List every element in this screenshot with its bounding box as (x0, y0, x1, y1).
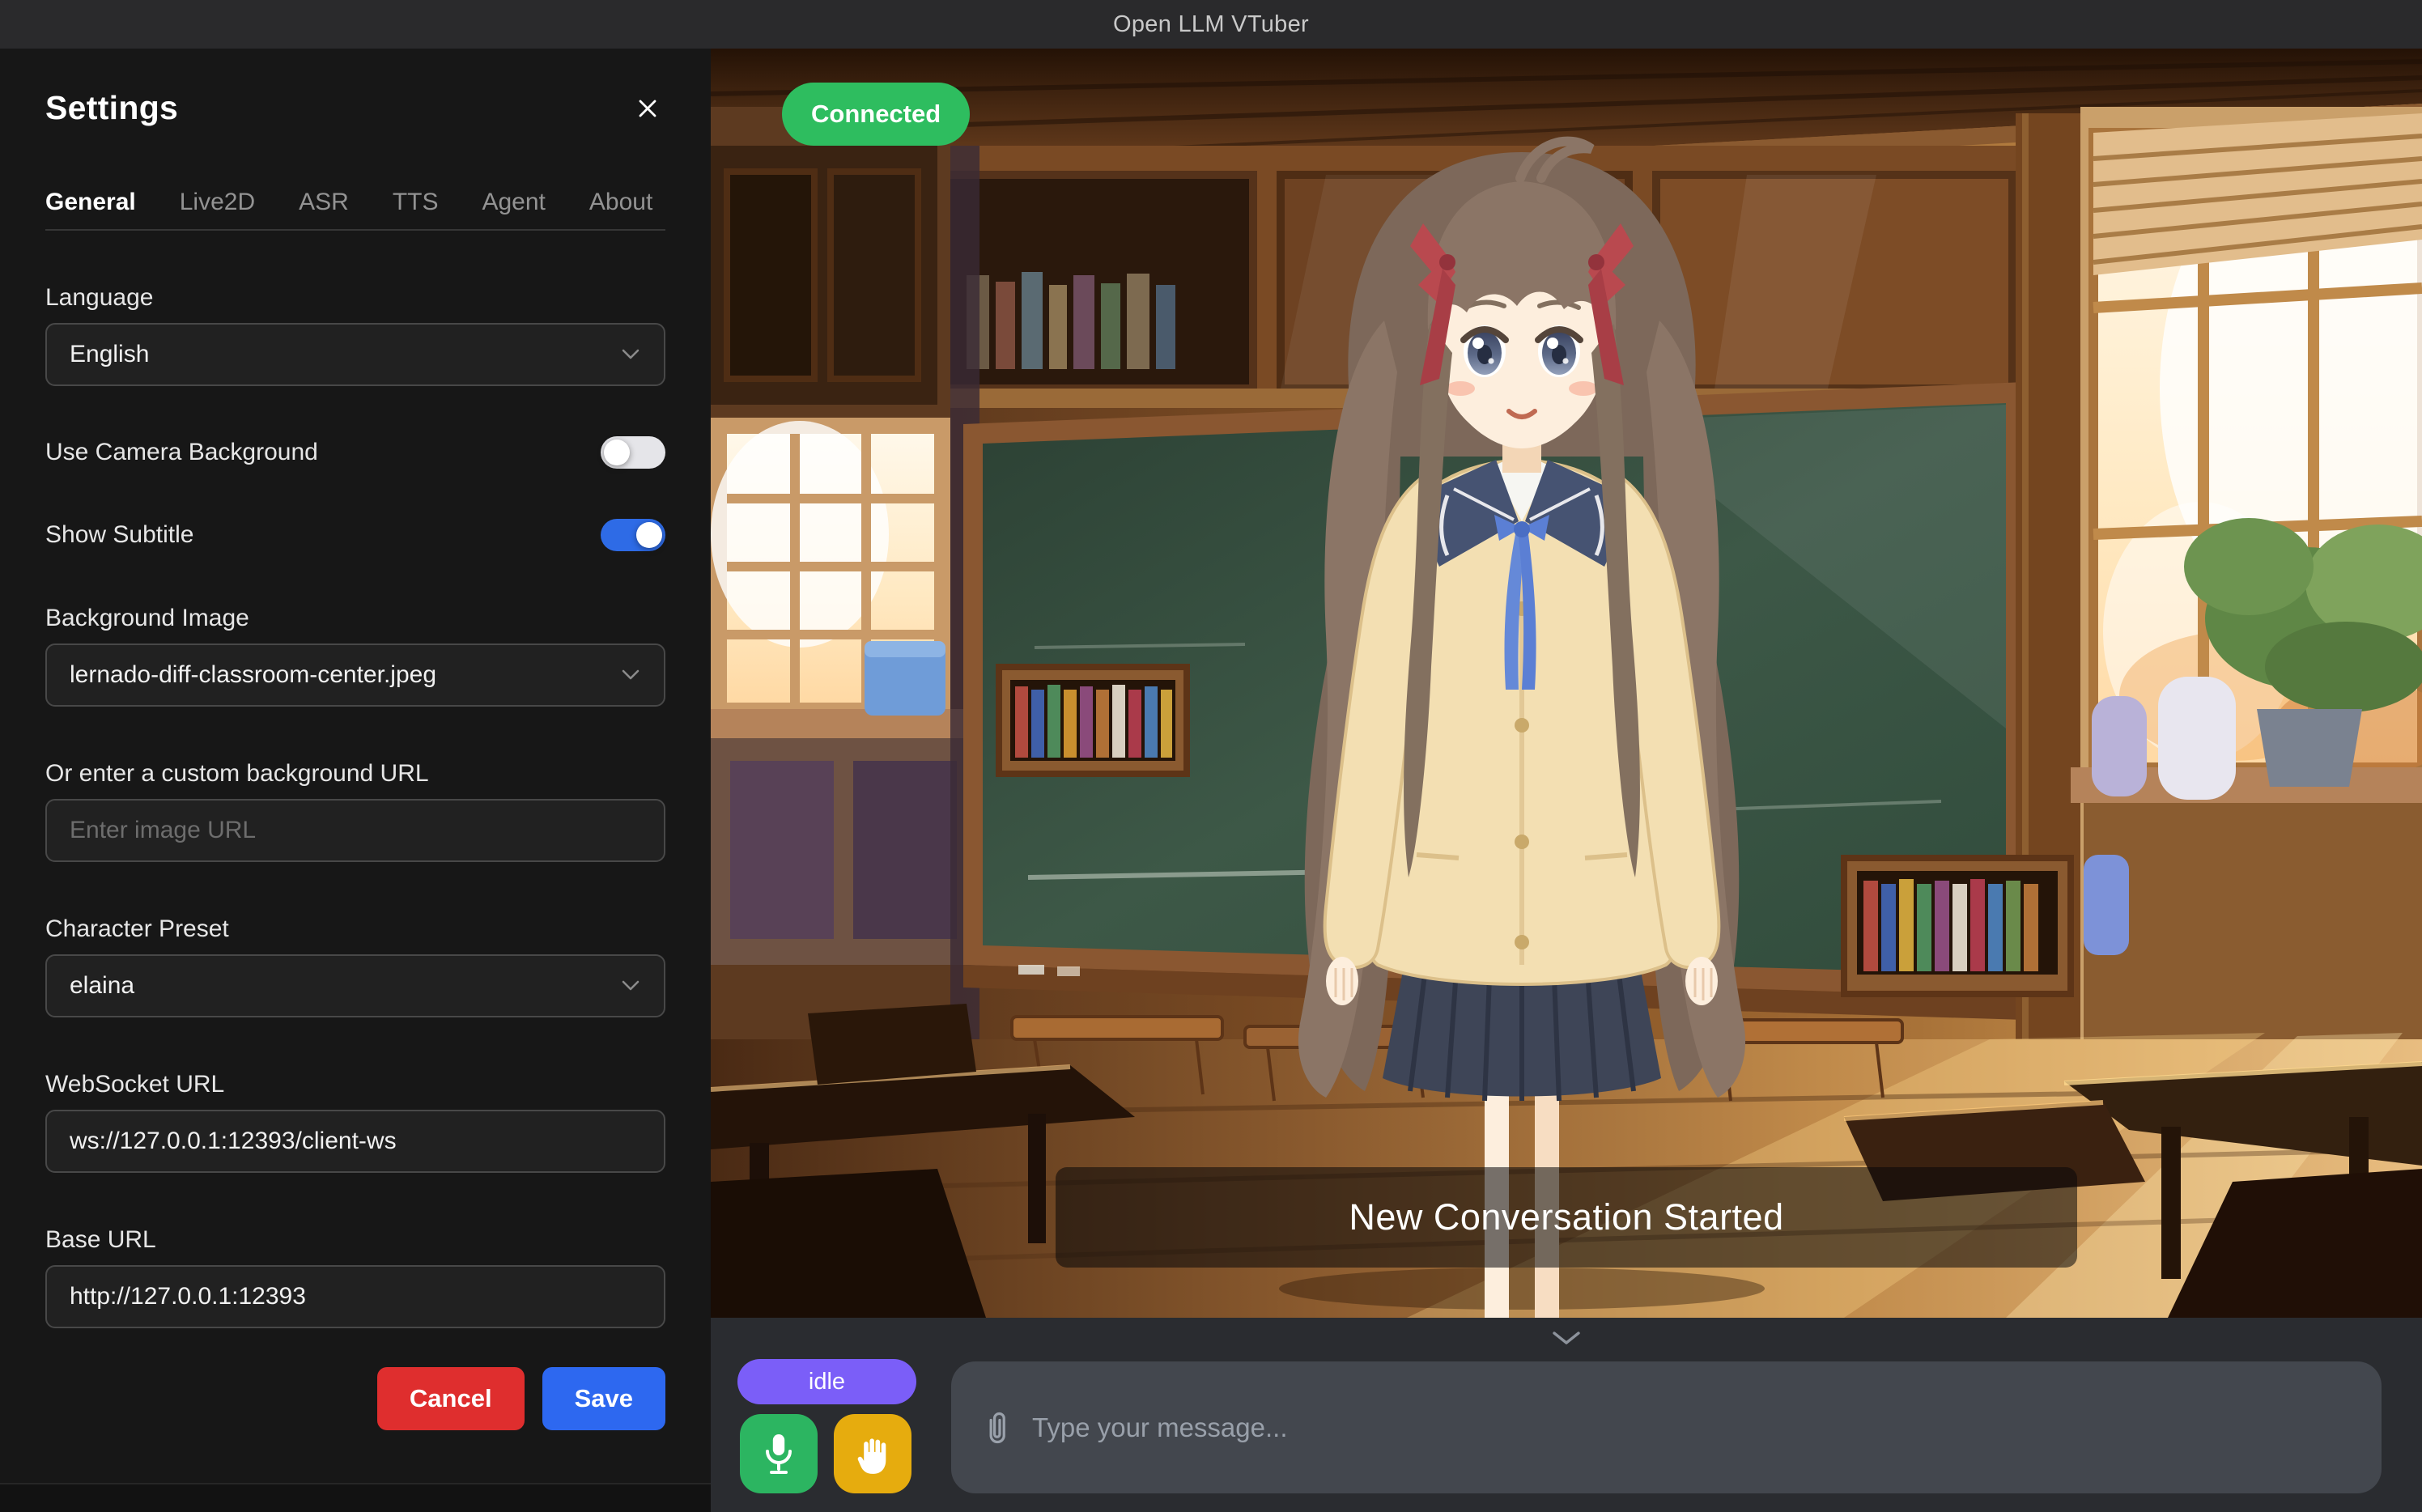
collapse-footer-button[interactable] (1542, 1326, 1591, 1350)
custom-background-url-field: Or enter a custom background URL (45, 760, 665, 862)
chat-footer: idle (711, 1318, 2422, 1512)
paperclip-icon (980, 1410, 1011, 1446)
show-subtitle-row: Show Subtitle (45, 519, 665, 551)
show-subtitle-toggle[interactable] (601, 519, 665, 551)
subtitle-overlay: New Conversation Started (1056, 1167, 2077, 1268)
character-preset-value: elaina (70, 972, 134, 1000)
settings-tabs: General Live2D ASR TTS Agent About (45, 189, 665, 231)
interrupt-hand-button[interactable] (834, 1414, 911, 1493)
message-input[interactable] (1032, 1412, 2352, 1443)
tab-agent[interactable]: Agent (482, 189, 545, 216)
connection-status-label: Connected (811, 100, 941, 129)
vtuber-stage: Connected New Conversation Started idle (711, 49, 2422, 1512)
show-subtitle-label: Show Subtitle (45, 521, 193, 549)
tab-general[interactable]: General (45, 189, 136, 216)
ledge-purifier (2158, 677, 2236, 800)
websocket-url-field: WebSocket URL (45, 1071, 665, 1173)
blue-bin (2084, 855, 2129, 955)
raised-hand-icon (852, 1432, 893, 1476)
character-shadow (1279, 1268, 1765, 1310)
base-url-label: Base URL (45, 1226, 665, 1254)
use-camera-background-row: Use Camera Background (45, 436, 665, 469)
close-icon (635, 96, 661, 121)
custom-background-url-input[interactable] (45, 799, 665, 862)
left-bookshelf (999, 667, 1187, 774)
background-image-field: Background Image lernado-diff-classroom-… (45, 605, 665, 707)
character-preset-select[interactable]: elaina (45, 954, 665, 1017)
attach-file-button[interactable] (980, 1410, 1011, 1446)
tab-about[interactable]: About (589, 189, 652, 216)
tab-tts[interactable]: TTS (393, 189, 439, 216)
settings-actions: Cancel Save (45, 1367, 665, 1430)
chevron-down-icon (620, 669, 641, 682)
background-image-value: lernado-diff-classroom-center.jpeg (70, 661, 436, 689)
ai-state-badge: idle (737, 1359, 916, 1404)
settings-panel: Settings General Live2D ASR TTS Agent Ab… (0, 49, 711, 1512)
microphone-icon (759, 1431, 798, 1476)
language-label: Language (45, 284, 665, 312)
background-image-select[interactable]: lernado-diff-classroom-center.jpeg (45, 643, 665, 707)
panel-bottom-strip (0, 1483, 711, 1512)
connection-status-badge: Connected (782, 83, 970, 146)
right-window-wall (2071, 107, 2422, 1111)
websocket-url-label: WebSocket URL (45, 1071, 665, 1098)
message-bar (951, 1361, 2382, 1493)
custom-background-url-label: Or enter a custom background URL (45, 760, 665, 788)
app-title-bar: Open LLM VTuber (0, 0, 2422, 49)
microphone-button[interactable] (740, 1414, 818, 1493)
use-camera-background-label: Use Camera Background (45, 439, 318, 466)
tab-asr[interactable]: ASR (299, 189, 349, 216)
language-value: English (70, 341, 149, 368)
base-url-input[interactable] (45, 1265, 665, 1328)
language-select[interactable]: English (45, 323, 665, 386)
settings-title: Settings (45, 89, 178, 127)
tab-live2d[interactable]: Live2D (180, 189, 255, 216)
websocket-url-input[interactable] (45, 1110, 665, 1173)
background-image-label: Background Image (45, 605, 665, 632)
app-title: Open LLM VTuber (1113, 11, 1309, 38)
base-url-field: Base URL (45, 1226, 665, 1328)
cancel-button[interactable]: Cancel (377, 1367, 525, 1430)
character-preset-field: Character Preset elaina (45, 915, 665, 1017)
chevron-down-icon (620, 348, 641, 361)
classroom-background-scene (711, 49, 2422, 1318)
language-field: Language English (45, 284, 665, 386)
chevron-down-icon (620, 979, 641, 992)
chevron-down-icon (1551, 1330, 1582, 1346)
ledge-canister (2092, 696, 2147, 796)
left-window-wall (711, 107, 979, 1078)
save-button[interactable]: Save (542, 1367, 665, 1430)
character-preset-label: Character Preset (45, 915, 665, 943)
ai-state-label: idle (809, 1369, 845, 1395)
subtitle-text: New Conversation Started (1349, 1196, 1783, 1238)
close-settings-button[interactable] (630, 91, 665, 129)
use-camera-background-toggle[interactable] (601, 436, 665, 469)
